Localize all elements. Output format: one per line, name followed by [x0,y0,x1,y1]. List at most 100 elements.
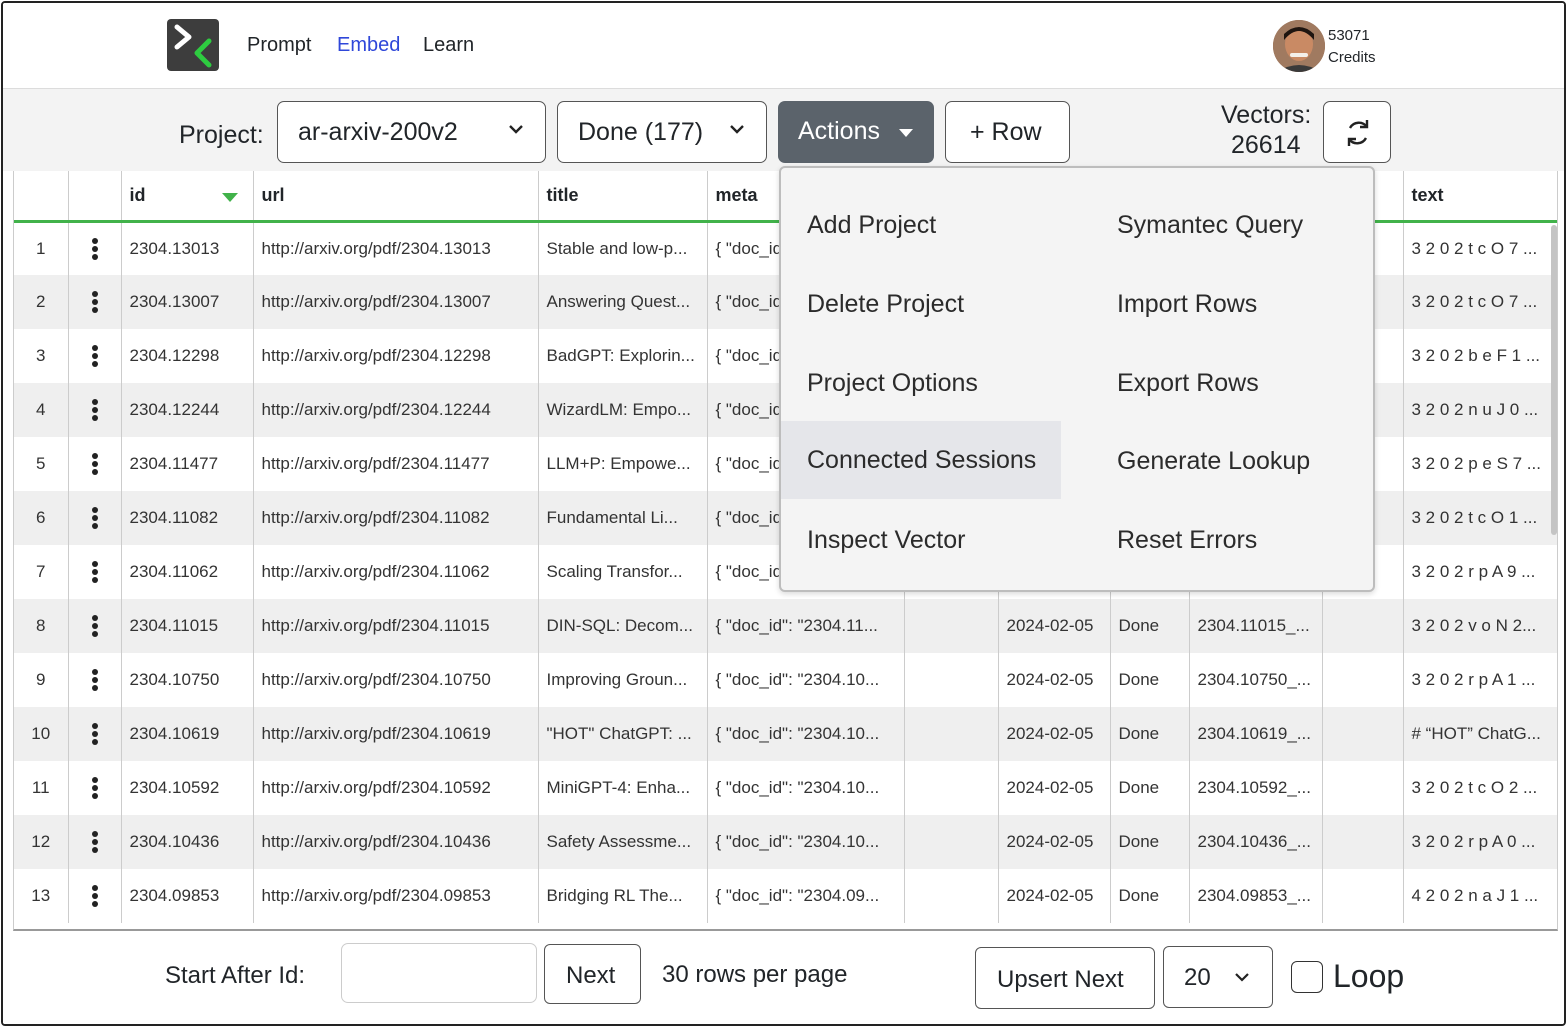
table-row[interactable]: 9 2304.10750 http://arxiv.org/pdf/2304.107… [14,653,1557,707]
column-header-title[interactable]: title [538,171,708,223]
row-number: 7 [14,545,69,599]
cell-col9: 2304.10436_... [1189,815,1323,869]
avatar[interactable] [1273,20,1325,72]
menu-item-generate-lookup[interactable]: Generate Lookup [1091,422,1371,500]
row-actions[interactable] [68,869,122,923]
cell-col9: 2304.11015_... [1189,599,1323,653]
row-actions[interactable] [68,761,122,815]
cell-text: 3 2 0 2 t c O 2 ... [1403,761,1557,815]
logo-icon[interactable] [167,19,219,71]
table-row[interactable]: 10 2304.10619 http://arxiv.org/pdf/2304.10… [14,707,1557,761]
cell-id: 2304.12244 [121,383,254,437]
actions-dropdown-button[interactable]: Actions [778,101,934,163]
menu-item-symantec-query[interactable]: Symantec Query [1091,186,1371,264]
cell-text: 3 2 0 2 r p A 9 ... [1403,545,1557,599]
menu-item-export-rows[interactable]: Export Rows [1091,344,1371,422]
loop-checkbox[interactable] [1291,961,1323,993]
cell-text: 3 2 0 2 n u J 0 ... [1403,383,1557,437]
row-actions[interactable] [68,221,122,275]
kebab-menu-icon[interactable] [91,343,98,369]
row-actions[interactable] [68,491,122,545]
kebab-menu-icon[interactable] [91,721,98,747]
status-filter-value: Done (177) [578,118,704,146]
row-actions[interactable] [68,383,122,437]
nav-link-embed[interactable]: Embed [337,34,400,57]
status-filter-select[interactable]: Done (177) [557,101,767,163]
cell-col6 [904,761,999,815]
column-header-id[interactable]: id [121,171,254,223]
cell-id: 2304.13007 [121,275,254,329]
kebab-menu-icon[interactable] [91,289,98,315]
cell-col10 [1322,869,1404,923]
row-actions[interactable] [68,545,122,599]
cell-title: BadGPT: Explorin... [538,329,708,383]
kebab-menu-icon[interactable] [91,505,98,531]
cell-col6 [904,599,999,653]
nav-link-learn[interactable]: Learn [423,34,474,57]
row-actions[interactable] [68,437,122,491]
project-select[interactable]: ar-arxiv-200v2 [277,101,546,163]
start-after-input[interactable] [341,943,537,1003]
chevron-down-icon [730,125,744,134]
refresh-button[interactable] [1323,101,1391,163]
table-row[interactable]: 11 2304.10592 http://arxiv.org/pdf/2304.10… [14,761,1557,815]
kebab-menu-icon[interactable] [91,829,98,855]
kebab-menu-icon[interactable] [91,236,98,262]
row-number: 4 [14,383,69,437]
add-row-button[interactable]: + Row [945,101,1070,163]
cell-id: 2304.10619 [121,707,254,761]
menu-item-delete-project[interactable]: Delete Project [781,265,1061,343]
row-actions[interactable] [68,599,122,653]
cell-id: 2304.10592 [121,761,254,815]
kebab-menu-icon[interactable] [91,613,98,639]
vectors-label: Vectors: [1221,101,1312,129]
next-button[interactable]: Next [544,944,641,1004]
nav-link-prompt[interactable]: Prompt [247,34,311,57]
row-actions[interactable] [68,653,122,707]
column-header-text[interactable]: text [1403,171,1557,223]
menu-item-connected-sessions[interactable]: Connected Sessions [781,421,1061,499]
table-row[interactable]: 8 2304.11015 http://arxiv.org/pdf/2304.110… [14,599,1557,653]
cell-col6 [904,815,999,869]
row-actions[interactable] [68,815,122,869]
project-toolbar: Project: ar-arxiv-200v2 Done (177) Actio… [3,89,1564,171]
table-scrollbar[interactable] [1551,225,1557,535]
column-header-url[interactable]: url [253,171,539,223]
cell-id: 2304.13013 [121,221,254,275]
sort-desc-icon[interactable] [221,193,238,202]
cell-id: 2304.11477 [121,437,254,491]
project-label: Project: [179,121,264,149]
kebab-menu-icon[interactable] [91,559,98,585]
menu-item-project-options[interactable]: Project Options [781,344,1061,422]
cell-text: 3 2 0 2 t c O 7 ... [1403,275,1557,329]
kebab-menu-icon[interactable] [91,775,98,801]
menu-item-import-rows[interactable]: Import Rows [1091,265,1371,343]
kebab-menu-icon[interactable] [91,667,98,693]
table-row[interactable]: 13 2304.09853 http://arxiv.org/pdf/2304.09… [14,869,1557,923]
kebab-menu-icon[interactable] [91,451,98,477]
table-row[interactable]: 12 2304.10436 http://arxiv.org/pdf/2304.10… [14,815,1557,869]
upsert-next-label: Upsert Next [997,966,1124,993]
cell-url: http://arxiv.org/pdf/2304.10619 [253,707,539,761]
cell-col6 [904,869,999,923]
row-number: 8 [14,599,69,653]
kebab-menu-icon[interactable] [91,883,98,909]
kebab-menu-icon[interactable] [91,397,98,423]
add-row-label: + Row [970,118,1042,146]
cell-status: Done [1110,761,1190,815]
page-size-select[interactable]: 20 [1163,946,1273,1008]
cell-id: 2304.09853 [121,869,254,923]
row-actions[interactable] [68,707,122,761]
chevron-down-icon [509,125,523,134]
row-actions[interactable] [68,275,122,329]
upsert-next-button[interactable]: Upsert Next [975,947,1155,1009]
row-actions[interactable] [68,329,122,383]
column-header-id-label: id [129,184,146,205]
cell-url: http://arxiv.org/pdf/2304.10592 [253,761,539,815]
menu-item-reset-errors[interactable]: Reset Errors [1091,501,1371,579]
menu-item-inspect-vector[interactable]: Inspect Vector [781,501,1061,579]
cell-title: Bridging RL The... [538,869,708,923]
menu-item-add-project[interactable]: Add Project [781,186,1061,264]
cell-id: 2304.10436 [121,815,254,869]
cell-date: 2024-02-05 [998,653,1111,707]
